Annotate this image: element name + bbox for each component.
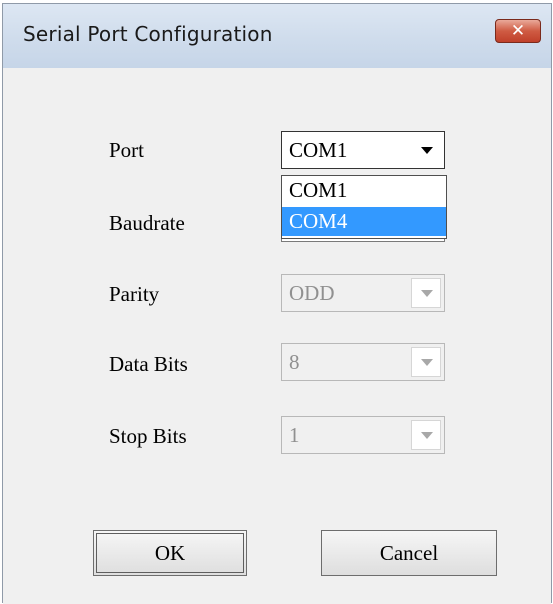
port-option-com4[interactable]: COM4 bbox=[282, 207, 446, 236]
parity-dropdown-button bbox=[411, 278, 441, 308]
close-button[interactable]: ✕ bbox=[495, 19, 541, 43]
port-option-com1[interactable]: COM1 bbox=[282, 176, 446, 205]
data-bits-dropdown-button bbox=[411, 347, 441, 377]
data-bits-select-value: 8 bbox=[289, 350, 300, 374]
port-dropdown-list: COM1 COM4 bbox=[281, 175, 447, 239]
data-bits-select: 8 bbox=[281, 343, 445, 381]
data-bits-label: Data Bits bbox=[109, 352, 188, 376]
chevron-down-icon bbox=[421, 432, 433, 439]
parity-select-value: ODD bbox=[289, 281, 335, 305]
port-dropdown-button[interactable] bbox=[411, 135, 441, 165]
port-select-value: COM1 bbox=[289, 138, 348, 162]
cancel-button[interactable]: Cancel bbox=[321, 530, 497, 576]
stop-bits-select-value: 1 bbox=[289, 423, 300, 447]
stop-bits-select: 1 bbox=[281, 416, 445, 454]
chevron-down-icon bbox=[421, 147, 433, 154]
parity-select: ODD bbox=[281, 274, 445, 312]
stop-bits-label: Stop Bits bbox=[109, 424, 187, 448]
title-bar[interactable]: Serial Port Configuration ✕ bbox=[3, 4, 551, 68]
chevron-down-icon bbox=[421, 359, 433, 366]
window-title: Serial Port Configuration bbox=[23, 22, 273, 46]
dialog-body: Port COM1 Baudrate Parity ODD Data Bits … bbox=[3, 68, 551, 604]
stop-bits-dropdown-button bbox=[411, 420, 441, 450]
close-icon: ✕ bbox=[510, 21, 526, 41]
serial-port-config-dialog: Serial Port Configuration ✕ Port COM1 Ba… bbox=[2, 3, 552, 604]
port-label: Port bbox=[109, 138, 145, 162]
port-select[interactable]: COM1 bbox=[281, 131, 445, 169]
chevron-down-icon bbox=[421, 290, 433, 297]
parity-label: Parity bbox=[109, 282, 160, 306]
ok-button[interactable]: OK bbox=[93, 530, 247, 576]
baudrate-label: Baudrate bbox=[109, 211, 185, 235]
